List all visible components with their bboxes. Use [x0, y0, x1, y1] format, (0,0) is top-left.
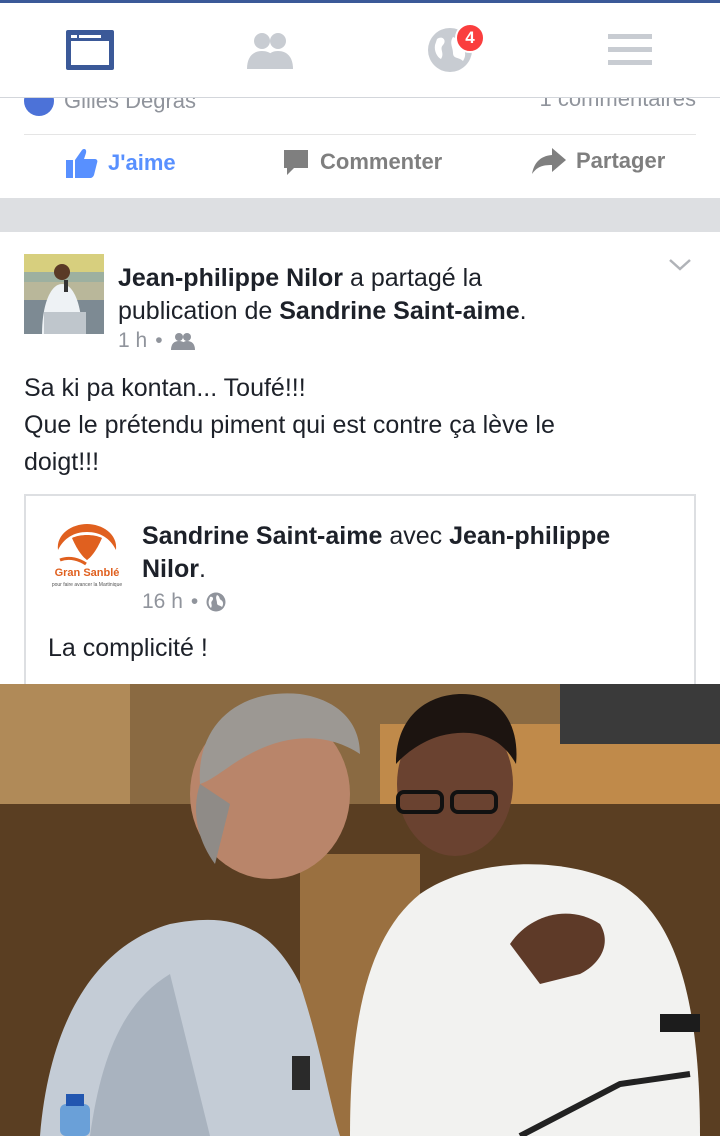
menu-icon — [608, 34, 652, 65]
share-label: Partager — [576, 148, 666, 173]
post-text-line: Que le prétendu piment qui est contre ça… — [24, 411, 555, 439]
svg-text:pour faire avancer la Martiniq: pour faire avancer la Martinique — [52, 582, 123, 588]
share-button[interactable]: Partager — [532, 148, 665, 174]
separator-dot: • — [190, 590, 199, 613]
menu-tab[interactable] — [595, 25, 665, 75]
shared-post-time[interactable]: 16 h — [142, 590, 183, 614]
news-feed-tab[interactable] — [55, 25, 125, 75]
comment-bubble-icon — [284, 150, 308, 175]
post-author-name[interactable]: Jean-philippe Nilor — [118, 264, 343, 292]
separator-dot: • — [155, 329, 163, 352]
post-time[interactable]: 1 h — [118, 329, 147, 353]
like-label: J'aime — [108, 150, 176, 175]
post-text-line: Sa ki pa kontan... Toufé!!! — [24, 374, 306, 402]
shared-post-timestamp-row: 16 h • — [142, 590, 226, 614]
post-text-line: doigt!!! — [24, 448, 100, 476]
post-header: Jean-philippe Nilor a partagé la publica… — [118, 262, 678, 328]
share-arrow-icon — [532, 148, 566, 174]
divider — [24, 134, 696, 135]
shared-post-card[interactable]: Gran Sanblé pour faire avancer la Martin… — [24, 494, 696, 694]
friends-tab[interactable] — [235, 25, 305, 75]
avatar-photo — [24, 254, 104, 334]
with-label: avec — [389, 522, 443, 550]
previous-post-card: Gilles Degras 1 commentaires J'aime Comm… — [0, 98, 720, 198]
thumbs-up-icon — [66, 149, 98, 178]
feed-separator — [0, 198, 720, 232]
publication-of-label: publication de — [118, 297, 273, 325]
previous-post-comments-count[interactable]: 1 commentaires — [539, 98, 696, 112]
shared-post-text: La complicité ! — [48, 634, 208, 662]
header-period: . — [519, 297, 527, 325]
author-avatar[interactable] — [24, 254, 104, 334]
original-author-name[interactable]: Sandrine Saint-aime — [279, 297, 519, 325]
gran-sanble-logo: Gran Sanblé pour faire avancer la Martin… — [52, 524, 123, 588]
post-action-bar: J'aime Commenter Partager — [0, 138, 720, 194]
top-navigation-bar: 4 — [0, 0, 720, 98]
post-timestamp-row: 1 h • — [118, 329, 195, 353]
friends-audience-icon — [170, 333, 195, 350]
shared-post-photo[interactable] — [0, 684, 720, 1136]
notification-count-badge: 4 — [455, 23, 485, 53]
comment-label: Commenter — [320, 149, 443, 174]
tagged-user-name-cont[interactable]: Nilor — [142, 555, 199, 583]
shared-post-header: Sandrine Saint-aime avec Jean-philippe N… — [142, 520, 662, 586]
previous-post-meta: Gilles Degras 1 commentaires — [0, 98, 720, 120]
chevron-down-icon[interactable] — [668, 258, 692, 272]
comment-button[interactable]: Commenter — [282, 148, 442, 176]
shared-verb: a partagé la — [349, 264, 483, 292]
public-globe-icon — [206, 592, 226, 612]
svg-text:Gran Sanblé: Gran Sanblé — [55, 567, 120, 579]
previous-post-likers[interactable]: Gilles Degras — [64, 98, 196, 114]
shared-header-period: . — [198, 555, 206, 583]
feed-post: Jean-philippe Nilor a partagé la publica… — [0, 232, 720, 1136]
friends-icon — [247, 33, 293, 69]
post-body-text: Sa ki pa kontan... Toufé!!! Que le préte… — [24, 370, 704, 481]
like-button[interactable]: J'aime — [66, 148, 176, 178]
like-reaction-icon — [24, 98, 54, 116]
news-feed-icon — [66, 30, 114, 70]
tagged-user-name[interactable]: Jean-philippe — [449, 522, 610, 550]
shared-author-name[interactable]: Sandrine Saint-aime — [142, 522, 382, 550]
